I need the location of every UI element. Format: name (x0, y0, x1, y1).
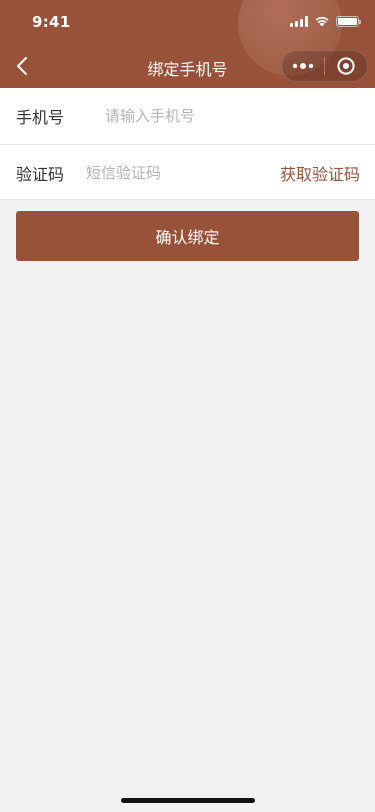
phone-input[interactable] (105, 96, 359, 136)
home-indicator (121, 798, 255, 803)
screen: 9:41 绑定手机号 手机号 请输入手机号 验证码 短信验证码 获取验证码 确认… (0, 0, 375, 812)
phone-label: 手机号 (16, 108, 65, 127)
capsule-menu (281, 50, 368, 82)
battery-icon (336, 15, 361, 27)
header: 9:41 绑定手机号 (0, 0, 375, 88)
code-input[interactable] (85, 152, 280, 193)
phone-row: 手机号 (0, 88, 375, 144)
more-dots-icon (292, 63, 314, 69)
wifi-icon (315, 16, 329, 27)
status-time: 9:41 (32, 13, 71, 31)
bind-form: 手机号 验证码 获取验证码 (0, 88, 375, 200)
get-code-button[interactable]: 获取验证码 (280, 161, 360, 185)
code-row: 验证码 获取验证码 (0, 144, 375, 200)
status-icons (290, 15, 361, 27)
form-divider (0, 199, 375, 200)
confirm-bind-button[interactable]: 确认绑定 (16, 211, 359, 261)
code-label: 验证码 (16, 164, 65, 184)
close-button[interactable] (325, 51, 367, 81)
target-circle-icon (337, 57, 355, 75)
more-button[interactable] (282, 51, 324, 81)
signal-icon (290, 15, 308, 27)
